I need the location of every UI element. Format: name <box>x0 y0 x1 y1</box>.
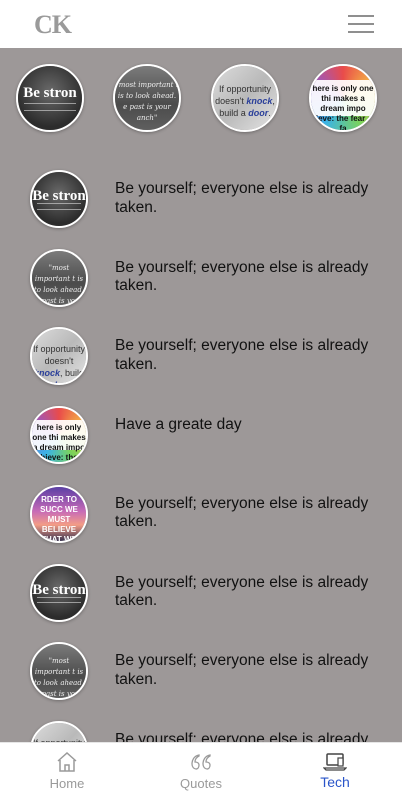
quote-image-text: here is only one thi makes a dream impo … <box>32 423 86 463</box>
quote-icon <box>191 754 211 770</box>
hamburger-menu-button[interactable] <box>346 12 376 36</box>
quote-text: Be yourself; everyone else is already ta… <box>115 730 369 742</box>
quote-text: Be yourself; everyone else is already ta… <box>115 337 369 373</box>
story-be-strong[interactable]: Be stron <box>16 64 84 132</box>
quote-image: RDER TO SUCC WE MUST BELIEVE THAT WE CAN <box>32 486 86 543</box>
quote-text: Be yourself; everyone else is already ta… <box>115 258 369 295</box>
quote-image-text: "most important t is to look ahead. e pa… <box>115 81 179 123</box>
app-logo[interactable]: CK <box>34 10 72 40</box>
quote-image-text: "most important t is to look ahead. e pa… <box>33 263 85 305</box>
list-item[interactable]: If opportunity doesn't knock, build a do… <box>0 303 402 386</box>
home-icon <box>57 751 77 772</box>
list-item[interactable]: Be stron Be yourself; everyone else is al… <box>0 146 402 228</box>
quote-text: Be yourself; everyone else is already ta… <box>115 573 369 610</box>
quote-text: Be yourself; everyone else is already ta… <box>115 494 369 531</box>
quote-avatar: Be stron <box>30 170 88 228</box>
quote-image: here is only one thi makes a dream impo … <box>32 408 86 463</box>
quote-image: here is only one thi makes a dream impo … <box>311 66 375 130</box>
quote-avatar: "most important t is to look ahead. e pa… <box>30 248 88 307</box>
quote-text: Have a greate day <box>115 416 242 434</box>
quote-text: Be yourself; everyone else is already ta… <box>115 180 369 216</box>
quote-image-text: here is only one thi makes a dream impo … <box>311 83 375 132</box>
quote-image: "most important t is to look ahead. e pa… <box>32 250 86 305</box>
tab-tech-label: Tech <box>320 774 350 790</box>
quote-list: Be stron Be yourself; everyone else is al… <box>0 146 402 742</box>
quote-image: Be stron <box>32 172 86 226</box>
featured-quotes-strip: Be stron "most important t is to look ahe… <box>0 48 402 146</box>
quote-image: "most important t is to look ahead. e pa… <box>115 66 179 130</box>
quote-image: If opportunity doesn't knock, build a do… <box>32 722 86 742</box>
quote-avatar: RDER TO SUCC WE MUST BELIEVE THAT WE CAN <box>30 484 88 543</box>
quote-image-text: If opportunity doesn't knock, build a do… <box>32 344 86 383</box>
quote-image-text: If opportunity doesn't knock, build a do… <box>215 83 275 118</box>
quote-avatar: here is only one thi makes a dream impo … <box>30 406 88 465</box>
tab-quotes[interactable]: Quotes <box>134 743 268 800</box>
story-opportunity[interactable]: If opportunity doesn't knock, build a do… <box>211 64 279 132</box>
top-app-bar: CK <box>0 0 402 48</box>
tab-quotes-label: Quotes <box>180 776 222 791</box>
menu-icon <box>348 15 374 17</box>
quote-image: If opportunity doesn't knock, build a do… <box>32 329 86 384</box>
bottom-navigation: Home Quotes Tech <box>0 742 402 800</box>
list-item[interactable]: Be stron Be yourself; everyone else is al… <box>0 540 402 622</box>
tab-home[interactable]: Home <box>0 743 134 800</box>
story-dream[interactable]: here is only one thi makes a dream impo … <box>309 64 377 132</box>
quote-avatar: "most important t is to look ahead. e pa… <box>30 642 88 701</box>
quote-image-text: Be stron <box>23 85 77 102</box>
quote-avatar: Be stron <box>30 563 88 622</box>
story-storm[interactable]: "most important t is to look ahead. e pa… <box>113 64 181 132</box>
quote-text: Be yourself; everyone else is already ta… <box>115 652 369 688</box>
list-item[interactable]: If opportunity doesn't knock, build a do… <box>0 697 402 742</box>
quote-avatar: If opportunity doesn't knock, build a do… <box>30 327 88 386</box>
quote-image: Be stron <box>32 565 86 620</box>
laptop-icon <box>323 753 347 771</box>
list-item[interactable]: "most important t is to look ahead. e pa… <box>0 225 402 307</box>
quote-image-text: RDER TO SUCC WE MUST BELIEVE THAT WE CAN <box>40 495 78 543</box>
tab-tech[interactable]: Tech <box>268 743 402 800</box>
quote-image: If opportunity doesn't knock, build a do… <box>213 66 277 130</box>
quote-image: "most important t is to look ahead. e pa… <box>32 644 86 699</box>
quote-image: Be stron <box>18 66 82 130</box>
list-item[interactable]: RDER TO SUCC WE MUST BELIEVE THAT WE CAN… <box>0 461 402 543</box>
list-item[interactable]: "most important t is to look ahead. e pa… <box>0 618 402 701</box>
tab-home-label: Home <box>49 776 85 791</box>
list-item[interactable]: here is only one thi makes a dream impo … <box>0 382 402 465</box>
quote-avatar: If opportunity doesn't knock, build a do… <box>30 720 88 742</box>
quote-image-text: "most important t is to look ahead. e pa… <box>33 657 85 699</box>
